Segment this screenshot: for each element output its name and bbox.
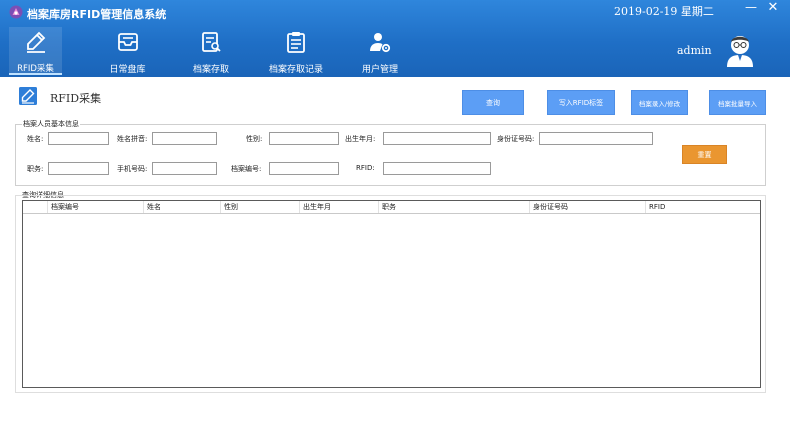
app-header: 档案库房RFID管理信息系统 2019-02-19 星期二 — ✕ RFID采集…: [0, 0, 790, 77]
nav-access-records[interactable]: 档案存取记录: [264, 27, 328, 75]
phone-label: 手机号码:: [117, 165, 148, 173]
birth-label: 出生年月:: [345, 135, 376, 143]
document-search-icon: [202, 32, 221, 52]
rfid-input[interactable]: [383, 162, 491, 175]
column-header[interactable]: 身份证号码: [529, 201, 645, 213]
column-header[interactable]: 性别: [220, 201, 299, 213]
app-title: 档案库房RFID管理信息系统: [27, 8, 167, 21]
minimize-icon: —: [745, 0, 757, 14]
phone-input[interactable]: [152, 162, 217, 175]
datetime-display: 2019-02-19 星期二: [614, 5, 714, 18]
nav-user-management[interactable]: 用户管理: [357, 27, 403, 75]
results-table[interactable]: 档案编号 姓名 性别 出生年月 职务 身份证号码 RFID: [22, 200, 761, 388]
name-input[interactable]: [48, 132, 109, 145]
nav-daily-inventory[interactable]: 日常盘库: [100, 27, 155, 75]
row-header-corner: [23, 201, 47, 213]
clipboard-icon: [287, 32, 305, 53]
nav-label: 档案存取记录: [268, 65, 323, 75]
nav-label: 日常盘库: [109, 65, 146, 75]
avatar-icon[interactable]: [723, 31, 757, 67]
pinyin-input[interactable]: [152, 132, 217, 145]
position-label: 职务:: [27, 165, 44, 173]
close-button[interactable]: ✕: [766, 1, 780, 15]
nav-label: 档案存取: [192, 65, 229, 75]
username-label: admin: [677, 44, 712, 57]
archive-entry-button[interactable]: 档案录入/修改: [631, 90, 688, 115]
batch-import-button[interactable]: 档案批量导入: [709, 90, 766, 115]
reset-button[interactable]: 重置: [682, 145, 727, 164]
name-label: 姓名:: [27, 135, 44, 143]
pen-icon: [26, 31, 45, 53]
column-header[interactable]: 职务: [378, 201, 529, 213]
pinyin-label: 姓名拼音:: [117, 135, 148, 143]
nav-label: 用户管理: [361, 65, 398, 75]
app-logo: [9, 5, 23, 19]
gender-label: 性别:: [246, 135, 263, 143]
nav-rfid-collect[interactable]: RFID采集: [9, 27, 62, 75]
nav-archive-access[interactable]: 档案存取: [186, 27, 236, 75]
id-number-label: 身份证号码:: [497, 135, 535, 143]
column-header[interactable]: RFID: [645, 201, 760, 213]
write-rfid-button[interactable]: 写入RFID标签: [547, 90, 615, 115]
id-number-input[interactable]: [539, 132, 653, 145]
rfid-label: RFID:: [356, 164, 375, 172]
query-button[interactable]: 查询: [462, 90, 524, 115]
table-header: 档案编号 姓名 性别 出生年月 职务 身份证号码 RFID: [23, 201, 760, 214]
user-gear-icon: [370, 33, 391, 53]
minimize-button[interactable]: —: [744, 1, 758, 15]
page-title: RFID采集: [50, 92, 102, 105]
archive-no-input[interactable]: [269, 162, 339, 175]
column-header[interactable]: 姓名: [143, 201, 220, 213]
close-icon: ✕: [767, 0, 779, 15]
archive-no-label: 档案编号:: [231, 165, 262, 173]
gender-input[interactable]: [269, 132, 339, 145]
position-input[interactable]: [48, 162, 109, 175]
page-edit-icon: [19, 87, 37, 105]
column-header[interactable]: 档案编号: [47, 201, 143, 213]
column-header[interactable]: 出生年月: [299, 201, 378, 213]
nav-label: RFID采集: [17, 64, 54, 74]
basic-info-legend: 档案人员基本信息: [22, 119, 80, 129]
birth-input[interactable]: [383, 132, 491, 145]
inbox-icon: [117, 33, 138, 51]
